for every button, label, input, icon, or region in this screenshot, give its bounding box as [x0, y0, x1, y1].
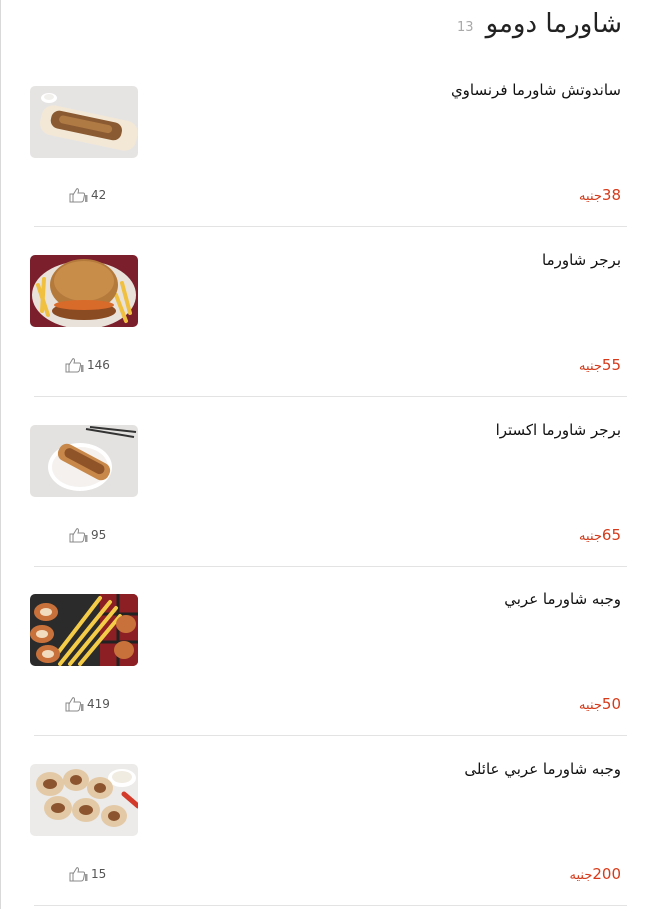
item-price: 38جنيه — [579, 185, 621, 204]
like-count: 419 — [87, 697, 110, 711]
item-name[interactable]: وجبه شاورما عربي — [504, 590, 621, 608]
item-name[interactable]: برجر شاورما اكسترا — [496, 421, 621, 439]
like-count: 15 — [91, 867, 107, 881]
item-name[interactable]: برجر شاورما — [542, 251, 621, 269]
item-photo[interactable] — [30, 255, 138, 327]
thumbs-up-icon — [69, 867, 88, 882]
like-count: 42 — [91, 188, 107, 202]
price-currency: جنيه — [569, 868, 593, 883]
item-price: 65جنيه — [579, 525, 621, 544]
price-value: 55 — [601, 356, 621, 374]
price-currency: جنيه — [579, 698, 602, 713]
section-title: شاورما دومو — [485, 9, 622, 39]
thumbs-up-icon — [69, 528, 88, 543]
price-value: 65 — [601, 526, 621, 544]
price-currency: جنيه — [579, 529, 602, 544]
item-name[interactable]: ساندوتش شاورما فرنساوي — [451, 81, 621, 99]
page-left-border — [0, 0, 1, 909]
price-value: 200 — [592, 865, 621, 883]
item-price: 55جنيه — [579, 355, 621, 374]
thumbs-up-icon — [65, 697, 84, 712]
price-currency: جنيه — [579, 359, 602, 374]
like-button[interactable]: 15 — [68, 866, 106, 882]
menu-item[interactable]: وجبه شاورما عربي عائلى 200جنيه 15 — [30, 736, 627, 906]
menu-item[interactable]: برجر شاورما اكسترا 65جنيه 95 — [30, 397, 627, 567]
item-photo[interactable] — [30, 425, 138, 497]
item-photo[interactable] — [30, 764, 138, 836]
thumbs-up-icon — [69, 188, 88, 203]
menu-item[interactable]: وجبه شاورما عربي 50جنيه 419 — [30, 566, 627, 736]
item-photo[interactable] — [30, 86, 138, 158]
item-divider — [34, 905, 627, 906]
price-value: 38 — [601, 186, 621, 204]
thumbs-up-icon — [65, 358, 84, 373]
item-photo[interactable] — [30, 594, 138, 666]
price-currency: جنيه — [579, 189, 602, 204]
like-count: 146 — [87, 358, 110, 372]
like-count: 95 — [91, 528, 107, 542]
like-button[interactable]: 419 — [64, 696, 110, 712]
item-price: 50جنيه — [579, 694, 621, 713]
section-item-count: 13 — [457, 19, 474, 35]
item-name[interactable]: وجبه شاورما عربي عائلى — [464, 760, 621, 778]
section-header: شاورما دومو 13 — [457, 6, 622, 42]
price-value: 50 — [601, 695, 621, 713]
like-button[interactable]: 146 — [64, 357, 110, 373]
like-button[interactable]: 42 — [68, 187, 106, 203]
menu-item[interactable]: ساندوتش شاورما فرنساوي 38جنيه 42 — [30, 57, 627, 227]
like-button[interactable]: 95 — [68, 527, 106, 543]
menu-item[interactable]: برجر شاورما 55جنيه 146 — [30, 227, 627, 397]
item-price: 200جنيه — [570, 864, 622, 883]
